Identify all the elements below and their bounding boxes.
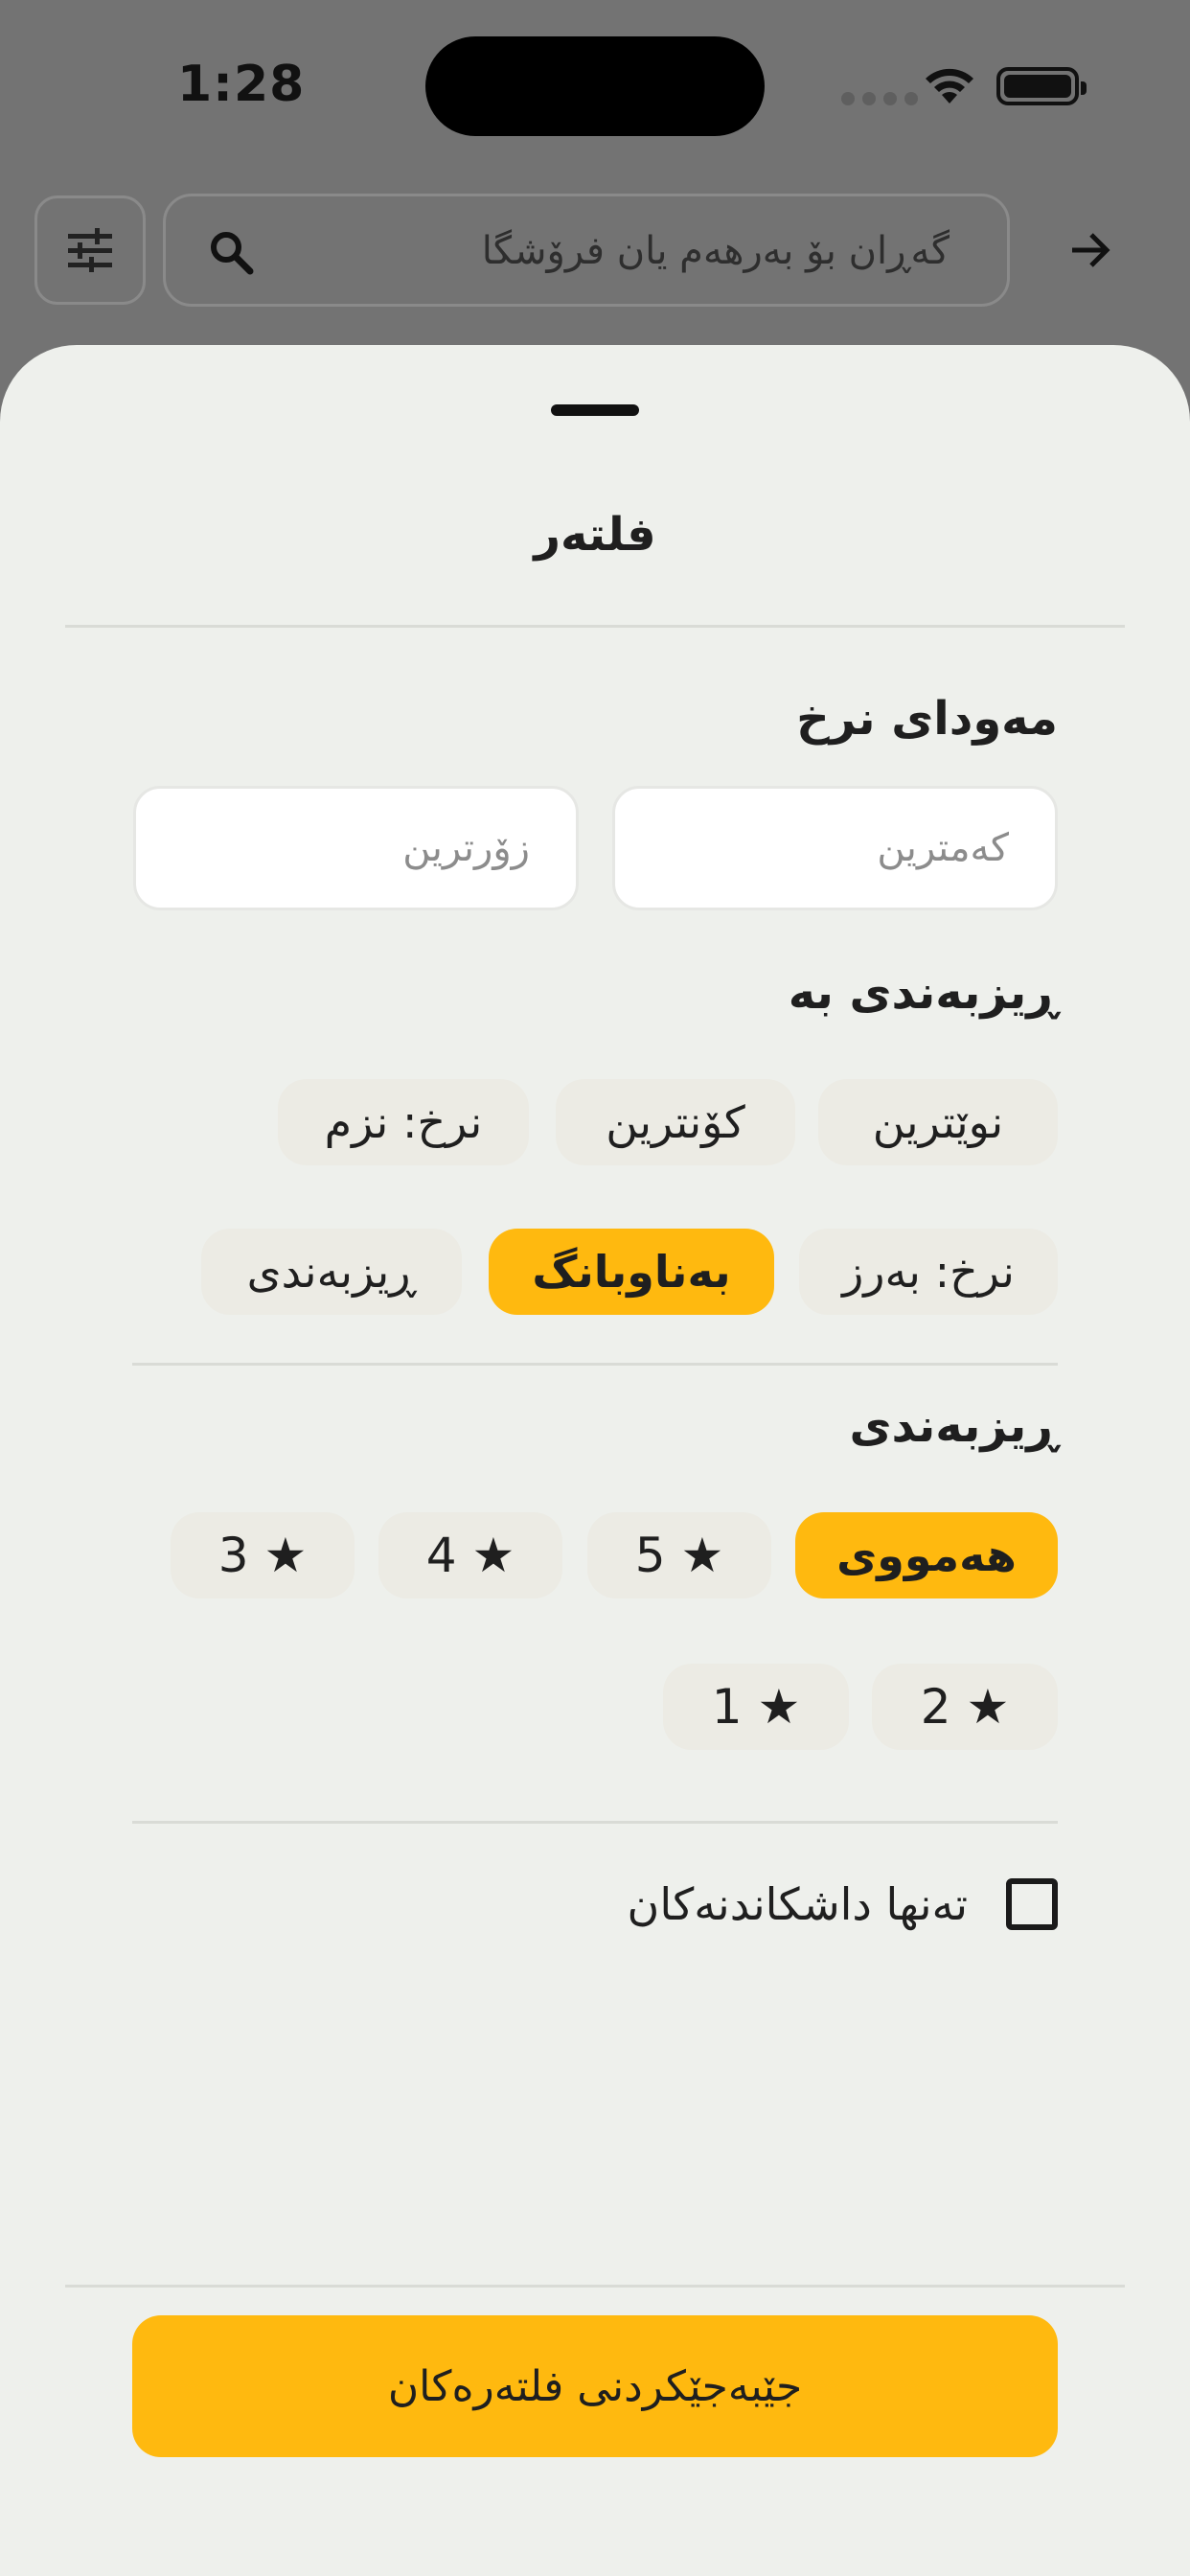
footer-divider xyxy=(65,2285,1125,2288)
filter-button[interactable] xyxy=(34,196,146,305)
sort-chip-newest[interactable]: نوێترین xyxy=(818,1079,1058,1165)
status-time: 1:28 xyxy=(177,56,306,113)
rating-chip-1[interactable]: 1 ★ xyxy=(663,1664,849,1750)
sheet-title: فلتەر xyxy=(534,508,656,562)
sort-chip-price-low[interactable]: نرخ: نزم xyxy=(278,1079,529,1165)
forward-button[interactable] xyxy=(1060,218,1123,282)
rating-chip-all[interactable]: هەمووی xyxy=(795,1512,1058,1598)
wifi-icon xyxy=(922,63,977,109)
dynamic-island xyxy=(425,36,765,136)
rating-chip-5[interactable]: 5 ★ xyxy=(587,1512,771,1598)
search-bar[interactable] xyxy=(163,194,1010,307)
battery-icon xyxy=(996,67,1087,105)
title-divider xyxy=(65,625,1125,628)
discount-only-label: تەنها داشکاندنەکان xyxy=(627,1878,968,1930)
apply-filters-button[interactable]: جێبەجێکردنی فلتەرەکان xyxy=(132,2315,1058,2457)
rating-chip-2[interactable]: 2 ★ xyxy=(872,1664,1058,1750)
min-price-input[interactable] xyxy=(612,786,1058,910)
search-input[interactable] xyxy=(336,221,950,281)
tune-sliders-icon xyxy=(68,228,112,272)
sort-by-heading: ڕیزبەندی بە xyxy=(788,966,1058,1020)
status-bar: 1:28 xyxy=(0,0,1190,172)
sheet-drag-handle[interactable] xyxy=(551,404,639,416)
max-price-input[interactable] xyxy=(133,786,579,910)
price-range-heading: مەودای نرخ xyxy=(796,692,1058,746)
sort-chip-price-high[interactable]: نرخ: بەرز xyxy=(799,1229,1058,1315)
sort-divider xyxy=(132,1363,1058,1366)
filter-sheet: فلتەر مەودای نرخ ڕیزبەندی بە نوێترین کۆن… xyxy=(0,345,1190,2576)
discount-only-row[interactable]: تەنها داشکاندنەکان xyxy=(628,1878,1058,1930)
rating-divider xyxy=(132,1821,1058,1824)
sort-chip-popular[interactable]: بەناوبانگ xyxy=(489,1229,774,1315)
cellular-signal-icon xyxy=(841,92,918,105)
sort-chip-rating[interactable]: ڕیزبەندی xyxy=(201,1229,462,1315)
discount-only-checkbox[interactable] xyxy=(1006,1878,1058,1930)
rating-heading: ڕیزبەندی xyxy=(849,1399,1058,1453)
sort-chip-oldest[interactable]: کۆنترین xyxy=(556,1079,795,1165)
arrow-right-icon xyxy=(1072,233,1110,267)
rating-chip-3[interactable]: 3 ★ xyxy=(171,1512,355,1598)
search-icon xyxy=(211,232,254,275)
rating-chip-4[interactable]: 4 ★ xyxy=(378,1512,562,1598)
